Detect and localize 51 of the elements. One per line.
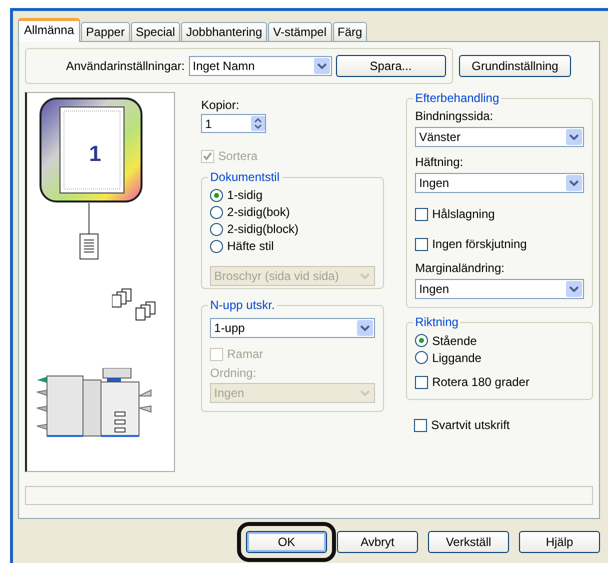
tab[interactable]: Jobbhantering	[181, 22, 268, 41]
dialog-button[interactable]: Hjälp	[519, 531, 600, 553]
radio-button[interactable]	[210, 188, 224, 202]
checkbox[interactable]	[415, 238, 428, 250]
checkbox[interactable]	[414, 418, 428, 432]
user-settings-label: Användarinställningar:	[66, 59, 185, 73]
checkbox-label: Hålslagning	[432, 207, 495, 221]
radio-label: 2-sidig(block)	[227, 222, 298, 236]
radio-button[interactable]	[415, 351, 428, 364]
radio-button[interactable]	[210, 222, 224, 236]
page-number: 1	[89, 141, 102, 167]
radio-label: Häfte stil	[227, 239, 274, 253]
tab[interactable]: Papper	[81, 22, 130, 41]
tab[interactable]: V-stämpel	[268, 22, 332, 41]
group-title: Riktning	[413, 315, 460, 329]
save-button[interactable]: Spara...	[336, 55, 446, 77]
dropdown[interactable]: Ingen	[415, 173, 584, 193]
group-title: Dokumentstil	[208, 170, 282, 184]
order-label: Ordning:	[210, 366, 258, 380]
group-title: Efterbehandling	[413, 91, 502, 105]
dropdown[interactable]: Ingen	[415, 279, 584, 299]
radio-button[interactable]	[210, 206, 224, 218]
dropdown[interactable]: Inget Namn	[188, 56, 332, 76]
margin-label: Marginaländring:	[415, 261, 506, 275]
dropdown[interactable]: 1-upp	[210, 318, 376, 338]
default-settings-button[interactable]: Grundinställning	[459, 55, 571, 77]
tab[interactable]: Färg	[332, 22, 368, 41]
radio-button[interactable]	[415, 334, 428, 347]
checkbox-label: Ingen förskjutning	[432, 237, 527, 251]
radio-button[interactable]	[210, 240, 224, 252]
dialog-button[interactable]: Verkställ	[428, 531, 509, 553]
radio-label: 1-sidig	[227, 188, 262, 202]
group-title: N-upp utskr.	[208, 298, 277, 312]
binding-label: Bindningssida:	[415, 109, 494, 123]
radio-label: Stående	[432, 334, 477, 348]
dropdown[interactable]: Vänster	[415, 127, 584, 147]
copies-label: Kopior:	[201, 98, 240, 112]
checkbox-label: Ramar	[227, 347, 264, 361]
tab[interactable]: Allmänna	[18, 18, 80, 42]
radio-label: 2-sidig(bok)	[227, 205, 290, 219]
stapling-label: Häftning:	[415, 155, 464, 169]
checkbox[interactable]	[415, 376, 428, 388]
dialog-button[interactable]: Avbryt	[337, 531, 418, 553]
spinner-arrows-icon[interactable]	[251, 116, 266, 131]
checkbox[interactable]	[415, 208, 428, 220]
checkbox-label: Rotera 180 grader	[432, 375, 530, 389]
checkbox-label: Svartvit utskrift	[431, 418, 510, 432]
checkbox-label: Sortera	[218, 149, 258, 163]
tab[interactable]: Special	[130, 22, 180, 41]
copies-spinner[interactable]: 1	[201, 114, 266, 133]
radio-label: Liggande	[432, 350, 482, 364]
